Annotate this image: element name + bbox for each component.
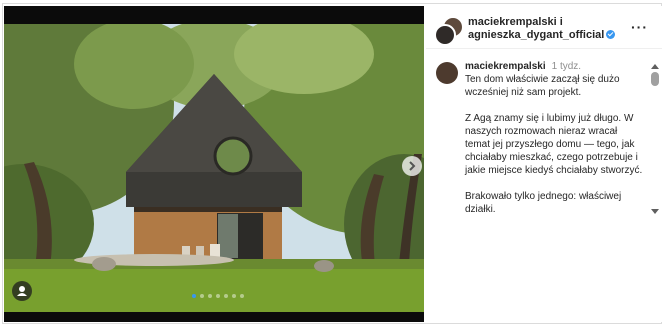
carousel-dot <box>240 294 244 298</box>
verified-badge-icon <box>606 30 616 39</box>
house-photo <box>4 24 424 312</box>
author-line-1[interactable]: maciekrempalski i <box>468 16 615 29</box>
carousel-dot <box>200 294 204 298</box>
comment-time[interactable]: 1 tydz. <box>552 61 581 72</box>
carousel-dot <box>232 294 236 298</box>
carousel-dot <box>192 294 196 298</box>
caption-paragraph-1: Ten dom właściwie zaczął się dużo wcześn… <box>465 74 620 98</box>
more-options-button[interactable]: ··· <box>631 19 648 35</box>
author-avatars[interactable] <box>434 16 464 46</box>
carousel-dot <box>216 294 220 298</box>
user-tag-icon[interactable] <box>12 281 32 301</box>
caption-paragraph-2: Z Agą znamy się i lubimy już długo. W na… <box>465 113 643 176</box>
triangle-down-icon[interactable] <box>651 209 659 214</box>
comments-scrollbar[interactable] <box>649 62 661 217</box>
author-line-2[interactable]: agnieszka_dygant_official <box>468 29 604 41</box>
carousel-dots <box>192 294 244 300</box>
post-side-panel: maciekrempalski i agnieszka_dygant_offic… <box>426 6 662 322</box>
avatar[interactable] <box>436 62 458 84</box>
scrollbar-thumb[interactable] <box>651 72 659 86</box>
caption-comment: maciekrempalski 1 tydz. Ten dom właściwie… <box>426 56 648 316</box>
comment-body: maciekrempalski 1 tydz. Ten dom właściwie… <box>465 60 645 229</box>
caption-paragraph-3: Brakowało tylko jednego: właściwej dział… <box>465 191 622 215</box>
post-header: maciekrempalski i agnieszka_dygant_offic… <box>426 6 662 49</box>
triangle-up-icon[interactable] <box>651 64 659 69</box>
carousel-dot <box>224 294 228 298</box>
post-photo[interactable] <box>4 6 424 322</box>
chevron-right-icon[interactable] <box>402 156 422 176</box>
comment-username[interactable]: maciekrempalski <box>465 61 546 72</box>
post-authors[interactable]: maciekrempalski i agnieszka_dygant_offic… <box>468 16 616 42</box>
avatar[interactable] <box>434 24 456 46</box>
carousel-dot <box>208 294 212 298</box>
